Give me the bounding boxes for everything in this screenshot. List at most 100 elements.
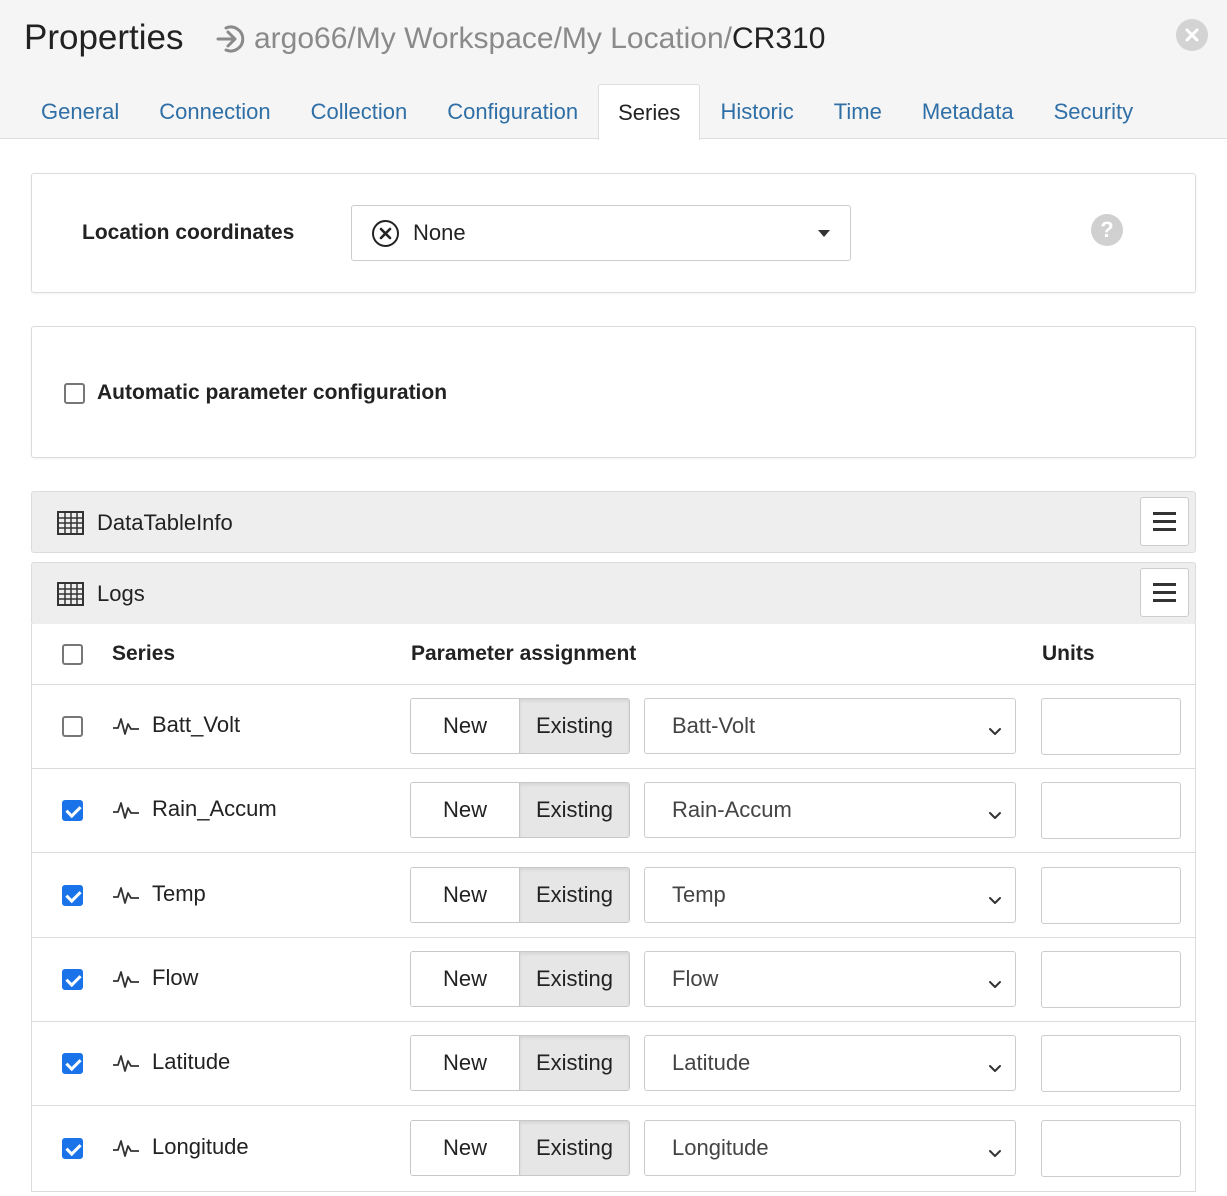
- parameter-value: Longitude: [672, 1134, 769, 1160]
- tab-series[interactable]: Series: [598, 84, 701, 140]
- new-button[interactable]: New: [411, 1036, 520, 1091]
- existing-button[interactable]: Existing: [520, 951, 629, 1006]
- parameter-select[interactable]: Rain-Accum: [644, 782, 1016, 839]
- new-existing-toggle: New Existing: [410, 950, 630, 1007]
- chevron-down-icon: [987, 719, 1003, 745]
- existing-button[interactable]: Existing: [520, 867, 629, 922]
- new-existing-toggle: New Existing: [410, 782, 630, 839]
- parameter-select[interactable]: Longitude: [644, 1119, 1016, 1176]
- series-name: Batt_Volt: [152, 712, 241, 737]
- table-icon: [57, 582, 84, 606]
- parameter-select[interactable]: Latitude: [644, 1035, 1016, 1092]
- tab-metadata[interactable]: Metadata: [902, 84, 1034, 139]
- series-waveform-icon: [112, 1137, 140, 1164]
- group-logs[interactable]: Logs: [31, 562, 1196, 625]
- breadcrumb-path[interactable]: argo66/My Workspace/My Location/: [254, 22, 732, 56]
- series-checkbox[interactable]: [62, 716, 83, 737]
- group-menu-button[interactable]: [1140, 497, 1189, 546]
- location-coordinates-label: Location coordinates: [82, 221, 295, 244]
- existing-button[interactable]: Existing: [520, 1036, 629, 1091]
- parameter-value: Batt-Volt: [672, 713, 756, 738]
- new-button[interactable]: New: [411, 1120, 520, 1175]
- series-waveform-icon: [112, 968, 140, 995]
- parameter-select[interactable]: Flow: [644, 950, 1016, 1007]
- existing-button[interactable]: Existing: [520, 783, 629, 838]
- series-name: Rain_Accum: [152, 796, 277, 822]
- table-row: Flow New Existing Flow: [32, 938, 1195, 1022]
- tab-security[interactable]: Security: [1034, 84, 1153, 139]
- series-checkbox[interactable]: [62, 968, 83, 990]
- group-menu-button[interactable]: [1140, 568, 1189, 617]
- units-input[interactable]: [1041, 1119, 1181, 1177]
- parameter-value: Temp: [672, 881, 726, 907]
- tab-time[interactable]: Time: [814, 84, 902, 139]
- series-name: Flow: [152, 964, 199, 990]
- group-datatableinfo[interactable]: DataTableInfo: [31, 491, 1196, 553]
- table-row: Rain_Accum New Existing Rain-Accum: [32, 769, 1195, 854]
- series-waveform-icon: [112, 799, 140, 826]
- new-button[interactable]: New: [411, 699, 520, 753]
- tab-connection[interactable]: Connection: [139, 84, 290, 139]
- chevron-down-icon: [987, 803, 1003, 829]
- breadcrumb-current: CR310: [732, 22, 826, 55]
- parameter-value: Rain-Accum: [672, 797, 792, 823]
- caret-down-icon: [818, 230, 830, 237]
- parameter-column-header: Parameter assignment: [411, 642, 637, 665]
- series-waveform-icon: [112, 715, 140, 742]
- new-button[interactable]: New: [411, 951, 520, 1006]
- tab-general[interactable]: General: [21, 84, 139, 139]
- page-title: Properties: [24, 18, 184, 57]
- units-input[interactable]: [1041, 866, 1181, 924]
- units-input[interactable]: [1041, 698, 1181, 755]
- tab-configuration[interactable]: Configuration: [427, 84, 598, 139]
- existing-button[interactable]: Existing: [520, 1120, 629, 1175]
- chevron-down-icon: [987, 972, 1003, 998]
- series-column-header: Series: [112, 642, 176, 665]
- units-input[interactable]: [1041, 782, 1181, 840]
- units-column-header: Units: [1042, 642, 1095, 665]
- series-checkbox[interactable]: [62, 1137, 83, 1159]
- group-title: DataTableInfo: [97, 510, 233, 535]
- x-circle-icon: [372, 219, 399, 247]
- series-name: Temp: [152, 880, 206, 906]
- parameter-value: Latitude: [672, 1050, 751, 1076]
- auto-config-checkbox[interactable]: [64, 382, 85, 404]
- auto-config-panel: Automatic parameter configuration: [31, 326, 1196, 458]
- table-header: Series Parameter assignment Units: [32, 624, 1195, 685]
- new-button[interactable]: New: [411, 867, 520, 922]
- parameter-select[interactable]: Batt-Volt: [644, 698, 1016, 754]
- close-icon: [1185, 28, 1199, 42]
- parameter-value: Flow: [672, 965, 719, 991]
- chevron-down-icon: [987, 1141, 1003, 1167]
- auto-config-label: Automatic parameter configuration: [97, 381, 448, 404]
- table-row: Latitude New Existing Latitude: [32, 1022, 1195, 1107]
- table-row: Temp New Existing Temp: [32, 854, 1195, 938]
- table-row: Longitude New Existing Longitude: [32, 1107, 1195, 1191]
- chevron-down-icon: [987, 888, 1003, 914]
- units-input[interactable]: [1041, 950, 1181, 1008]
- new-button[interactable]: New: [411, 783, 520, 838]
- existing-button[interactable]: Existing: [520, 699, 629, 753]
- location-coordinates-select[interactable]: None: [351, 205, 851, 261]
- series-checkbox[interactable]: [62, 800, 83, 822]
- new-existing-toggle: New Existing: [410, 866, 630, 923]
- series-name: Longitude: [152, 1133, 249, 1159]
- units-input[interactable]: [1041, 1035, 1181, 1093]
- series-waveform-icon: [112, 884, 140, 911]
- series-name: Latitude: [152, 1049, 231, 1075]
- series-checkbox[interactable]: [62, 884, 83, 906]
- new-existing-toggle: New Existing: [410, 1035, 630, 1092]
- arrow-right-icon: [216, 25, 245, 53]
- close-button[interactable]: [1176, 19, 1208, 51]
- series-waveform-icon: [112, 1052, 140, 1079]
- table-row: Batt_Volt New Existing Batt-Volt: [32, 685, 1195, 769]
- series-checkbox[interactable]: [62, 1053, 83, 1075]
- group-title: Logs: [97, 581, 145, 606]
- select-all-checkbox[interactable]: [62, 644, 83, 665]
- parameter-select[interactable]: Temp: [644, 866, 1016, 923]
- table-icon: [57, 511, 84, 535]
- help-icon[interactable]: ?: [1091, 214, 1123, 246]
- location-panel: Location coordinates None ?: [31, 173, 1196, 293]
- tab-historic[interactable]: Historic: [700, 84, 813, 139]
- tab-collection[interactable]: Collection: [291, 84, 428, 139]
